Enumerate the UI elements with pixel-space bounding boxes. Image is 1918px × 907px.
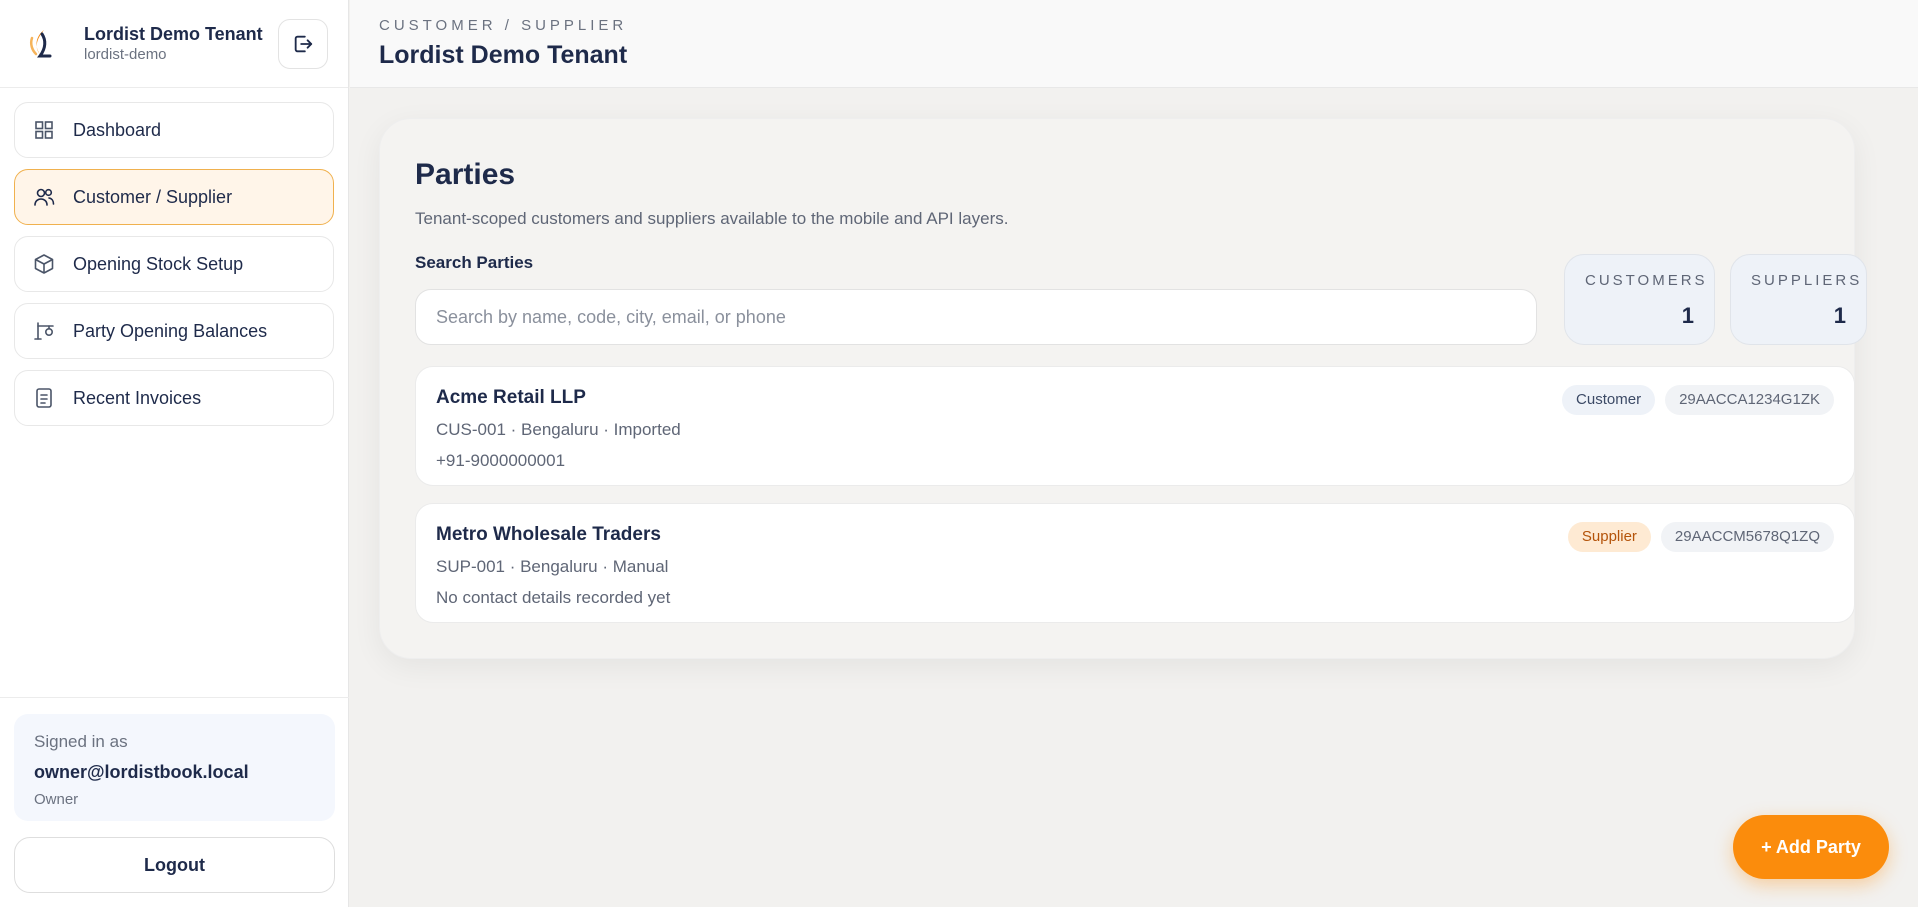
sidebar-item-party-opening-balances[interactable]: Party Opening Balances xyxy=(14,303,334,359)
sidebar-item-label: Recent Invoices xyxy=(73,387,202,408)
stat-label: CUSTOMERS xyxy=(1585,272,1708,289)
stat-value: 1 xyxy=(1681,303,1694,328)
party-type-badge: Customer xyxy=(1562,385,1656,415)
tenant-name: Lordist Demo Tenant xyxy=(84,23,263,44)
user-info-card: Signed in as owner@lordistbook.local Own… xyxy=(14,714,335,821)
search-input[interactable] xyxy=(415,289,1537,345)
sign-out-icon xyxy=(294,35,313,53)
party-tags: Customer 29AACCA1234G1ZK xyxy=(1562,385,1834,415)
switch-tenant-button[interactable] xyxy=(278,19,328,69)
customers-stat: CUSTOMERS 1 xyxy=(1564,254,1715,345)
section-description: Tenant-scoped customers and suppliers av… xyxy=(415,209,1009,228)
party-row[interactable]: Acme Retail LLP CUS-001 · Bengaluru · Im… xyxy=(415,366,1855,486)
party-contact: No contact details recorded yet xyxy=(436,588,671,607)
party-type-badge: Supplier xyxy=(1567,522,1651,552)
sidebar-item-label: Customer / Supplier xyxy=(73,186,233,207)
sidebar-footer: Signed in as owner@lordistbook.local Own… xyxy=(0,697,349,907)
party-contact: +91-9000000001 xyxy=(436,451,566,470)
page-header: CUSTOMER / SUPPLIER Lordist Demo Tenant xyxy=(350,0,1918,88)
sidebar-item-label: Party Opening Balances xyxy=(73,320,268,341)
tenant-slug: lordist-demo xyxy=(84,45,167,63)
party-meta: CUS-001 · Bengaluru · Imported xyxy=(436,420,681,439)
logout-button[interactable]: Logout xyxy=(14,837,335,893)
add-party-button[interactable]: + Add Party xyxy=(1733,815,1889,879)
gstin-badge: 29AACCM5678Q1ZQ xyxy=(1660,522,1834,552)
user-role: Owner xyxy=(34,791,79,808)
grid-icon xyxy=(33,119,55,141)
balance-icon xyxy=(33,320,55,342)
brand-header: Lordist Demo Tenant lordist-demo xyxy=(0,0,348,88)
sidebar-item-opening-stock-setup[interactable]: Opening Stock Setup xyxy=(14,236,334,292)
sidebar-item-label: Dashboard xyxy=(73,119,162,140)
box-icon xyxy=(33,253,55,275)
suppliers-stat: SUPPLIERS 1 xyxy=(1730,254,1867,345)
section-title: Parties xyxy=(415,158,516,191)
sidebar-item-label: Opening Stock Setup xyxy=(73,253,244,274)
tenant-logo-icon xyxy=(22,24,62,64)
stat-label: SUPPLIERS xyxy=(1751,272,1863,289)
parties-card: Parties Tenant-scoped customers and supp… xyxy=(379,118,1867,659)
gstin-badge: 29AACCA1234G1ZK xyxy=(1665,385,1834,415)
party-meta: SUP-001 · Bengaluru · Manual xyxy=(436,557,669,576)
stat-value: 1 xyxy=(1833,303,1846,328)
sidebar: Lordist Demo Tenant lordist-demo Dashboa… xyxy=(0,0,349,907)
sidebar-nav: Dashboard Customer / Supplier Opening St… xyxy=(0,88,348,426)
sidebar-item-recent-invoices[interactable]: Recent Invoices xyxy=(14,370,334,426)
user-email: owner@lordistbook.local xyxy=(34,762,249,782)
party-tags: Supplier 29AACCM5678Q1ZQ xyxy=(1567,522,1834,552)
sidebar-item-customer-supplier[interactable]: Customer / Supplier xyxy=(14,169,334,225)
receipt-icon xyxy=(33,387,55,409)
sidebar-item-dashboard[interactable]: Dashboard xyxy=(14,102,334,158)
signed-in-label: Signed in as xyxy=(34,732,128,751)
users-icon xyxy=(33,186,55,208)
page-title: Lordist Demo Tenant xyxy=(379,41,628,69)
party-row[interactable]: Metro Wholesale Traders SUP-001 · Bengal… xyxy=(415,503,1855,623)
breadcrumb: CUSTOMER / SUPPLIER xyxy=(379,17,628,34)
